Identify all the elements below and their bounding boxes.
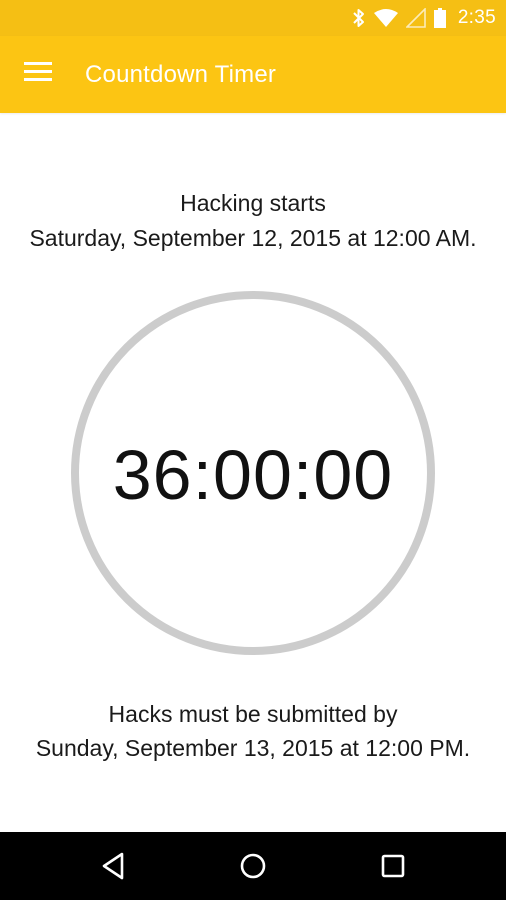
start-datetime: Saturday, September 12, 2015 at 12:00 AM… <box>29 225 477 251</box>
cell-signal-icon <box>405 8 426 28</box>
bluetooth-icon <box>352 8 366 28</box>
app-bar: Countdown Timer <box>0 36 506 113</box>
end-info: Hacks must be submitted by Sunday, Septe… <box>0 697 506 765</box>
start-label: Hacking starts <box>180 190 326 216</box>
home-icon[interactable] <box>236 849 270 883</box>
countdown-timer: 36:00:00 <box>112 436 394 514</box>
screen: 2:35 Countdown Timer Hacking starts Satu… <box>0 0 506 900</box>
navigation-bar <box>0 832 506 900</box>
hamburger-menu-icon[interactable] <box>22 62 54 86</box>
wifi-icon <box>373 9 398 27</box>
app-title: Countdown Timer <box>85 61 277 88</box>
end-datetime: Sunday, September 13, 2015 at 12:00 PM. <box>35 735 471 761</box>
start-info: Hacking starts Saturday, September 12, 2… <box>0 186 506 256</box>
end-label: Hacks must be submitted by <box>108 701 398 727</box>
status-bar: 2:35 <box>0 0 506 36</box>
back-icon[interactable] <box>96 849 130 883</box>
status-icons: 2:35 <box>352 0 496 36</box>
battery-icon <box>433 8 446 28</box>
recents-icon[interactable] <box>376 849 410 883</box>
status-time: 2:35 <box>457 7 496 28</box>
